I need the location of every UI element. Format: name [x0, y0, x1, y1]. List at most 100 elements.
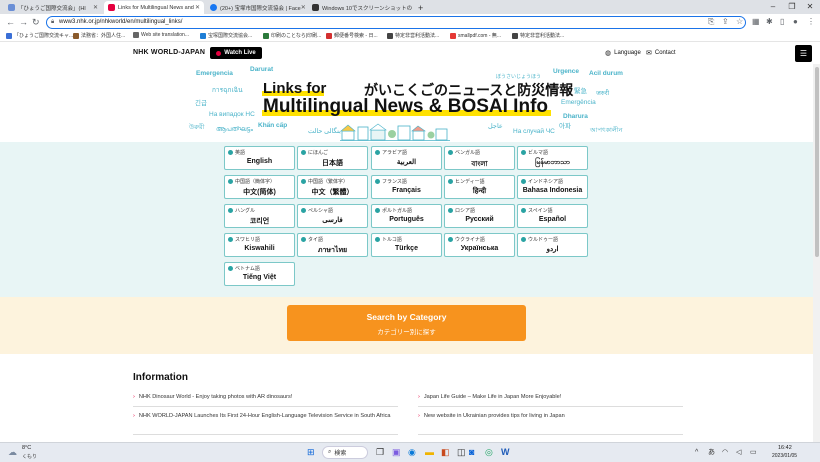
- file-explorer-icon[interactable]: ▬: [425, 447, 434, 458]
- divider: [133, 406, 398, 407]
- language-link[interactable]: ◍ Language: [605, 49, 641, 57]
- share-icon[interactable]: ⇪: [722, 17, 729, 26]
- forward-icon[interactable]: →: [19, 17, 28, 27]
- bookmark-favicon-icon: [73, 32, 79, 39]
- browser-tab-bar: 「ひょうご国際交流会」(HI ✕ Links for Multilingual …: [0, 0, 820, 14]
- language-dot-icon: [375, 208, 380, 213]
- language-dot-icon: [301, 237, 306, 242]
- language-card-persian[interactable]: ペルシャ語 فارسی: [297, 204, 368, 228]
- language-card-burmese[interactable]: ビルマ語 မြန်မာဘာသာ: [517, 146, 588, 170]
- language-card-chinese-traditional[interactable]: 中国語（繁体字） 中文（繁體）: [297, 175, 368, 199]
- language-dot-icon: [521, 237, 526, 242]
- language-card-indonesian[interactable]: インドネシア語 Bahasa Indonesia: [517, 175, 588, 199]
- bookmark-item[interactable]: 印刷のことなら|印刷...: [263, 32, 321, 39]
- bookmark-item[interactable]: 郵便番号検索 - 日...: [326, 32, 378, 39]
- menu-button[interactable]: ☰: [795, 45, 812, 62]
- new-tab-button[interactable]: +: [414, 1, 428, 14]
- bookmark-item[interactable]: 宝塚国際交流協会...: [200, 32, 252, 39]
- word-icon[interactable]: W: [501, 447, 510, 458]
- language-card-thai[interactable]: タイ語 ภาษาไทย: [297, 233, 368, 257]
- category-section: Search by Category カテゴリー別に探す: [0, 297, 820, 354]
- language-dot-icon: [521, 150, 526, 155]
- clock-date[interactable]: 2023/01/05: [772, 453, 797, 459]
- lock-icon: 🔒︎: [51, 19, 55, 25]
- taskbar-search[interactable]: ⌕ 検索: [322, 446, 368, 459]
- tab-facebook[interactable]: (20+) 宝塚市国際交流協会 | Face ✕: [206, 1, 306, 14]
- url-text: www3.nhk.or.jp/nhkworld/en/multilingual_…: [59, 19, 183, 25]
- language-card-vietnamese[interactable]: ベトナム語 Tiếng Việt: [224, 262, 295, 286]
- chat-icon[interactable]: ▣: [392, 447, 401, 458]
- volume-icon[interactable]: ◁: [736, 447, 741, 458]
- search-by-category-button[interactable]: Search by Category カテゴリー別に探す: [287, 305, 526, 341]
- language-card-english[interactable]: 英語 English: [224, 146, 295, 170]
- language-card-bengali[interactable]: ベンガル語 বাংলা: [444, 146, 515, 170]
- office-icon[interactable]: ◧: [441, 447, 450, 458]
- minimize-icon[interactable]: –: [764, 0, 782, 14]
- floating-word: На випадок НС: [209, 111, 255, 118]
- start-icon[interactable]: ⊞: [307, 447, 315, 458]
- tab-windows-screenshot[interactable]: Windows 10でスクリーンショットの ✕: [308, 1, 412, 14]
- store-icon[interactable]: ◫: [457, 447, 466, 458]
- language-card-korean[interactable]: ハングル 코리언: [224, 204, 295, 228]
- contact-link[interactable]: ✉ Contact: [646, 49, 676, 57]
- chevron-up-icon[interactable]: ^: [695, 447, 698, 458]
- news-item[interactable]: › Japan Life Guide – Make Life in Japan M…: [418, 393, 683, 401]
- language-card-russian[interactable]: ロシア語 Русский: [444, 204, 515, 228]
- wifi-icon[interactable]: ◠: [722, 447, 728, 458]
- language-dot-icon: [228, 208, 233, 213]
- star-icon[interactable]: ☆: [736, 17, 743, 26]
- floating-word: Emergencia: [196, 70, 233, 77]
- floating-word: উরুরী: [189, 124, 205, 131]
- language-card-french[interactable]: フランス語 Français: [371, 175, 442, 199]
- bookmark-item[interactable]: Web site translation...: [133, 32, 189, 38]
- task-view-icon[interactable]: ❐: [376, 447, 384, 458]
- news-item[interactable]: › New website in Ukrainian provides tips …: [418, 412, 683, 420]
- tab-nhk-multilingual[interactable]: Links for Multilingual News and ✕: [104, 1, 204, 14]
- sidepanel-icon[interactable]: ▯: [780, 17, 784, 26]
- reload-icon[interactable]: ↻: [32, 17, 40, 27]
- more-icon[interactable]: ⋮: [807, 17, 815, 26]
- profile-icon[interactable]: ●: [793, 17, 798, 26]
- close-icon[interactable]: ✕: [301, 4, 306, 11]
- chevron-right-icon: ›: [133, 413, 135, 419]
- tab-hyogo[interactable]: 「ひょうご国際交流会」(HI ✕: [4, 1, 102, 14]
- bookmark-item[interactable]: 特定非営利活動法...: [512, 32, 564, 39]
- edge-icon[interactable]: ◉: [408, 447, 416, 458]
- language-card-portuguese[interactable]: ポルトガル語 Português: [371, 204, 442, 228]
- maximize-icon[interactable]: ❐: [783, 0, 801, 14]
- outlook-icon[interactable]: ◙: [469, 447, 474, 458]
- news-item[interactable]: › NHK WORLD-JAPAN Launches Its First 24-H…: [133, 412, 398, 420]
- nhk-world-logo[interactable]: NHK WORLD-JAPAN: [133, 49, 205, 56]
- close-window-icon[interactable]: ✕: [801, 0, 819, 14]
- watch-live-button[interactable]: Watch Live: [210, 47, 262, 59]
- battery-icon[interactable]: ▭: [750, 447, 757, 458]
- translate-icon[interactable]: ⎘: [708, 17, 714, 27]
- weather-icon[interactable]: ☁: [8, 447, 17, 458]
- language-card-swahili[interactable]: スワヒリ語 Kiswahili: [224, 233, 295, 257]
- bookmark-item[interactable]: 「ひょうご国際交流キャ...: [6, 32, 73, 39]
- close-icon[interactable]: ✕: [93, 4, 98, 11]
- chrome-icon[interactable]: ◎: [485, 447, 493, 458]
- language-card-hindi[interactable]: ヒンディー語 हिन्दी: [444, 175, 515, 199]
- puzzle-icon[interactable]: ✱: [766, 17, 773, 26]
- ime-indicator[interactable]: あ: [708, 447, 715, 458]
- browser-toolbar: ← → ↻ 🔒︎ www3.nhk.or.jp/nhkworld/en/mult…: [0, 14, 820, 31]
- address-bar[interactable]: 🔒︎ www3.nhk.or.jp/nhkworld/en/multilingu…: [46, 16, 746, 29]
- bookmark-item[interactable]: smallpdf.com - 無...: [450, 32, 501, 39]
- close-icon[interactable]: ✕: [195, 4, 200, 11]
- clock-time[interactable]: 16:42: [778, 445, 792, 451]
- scrollbar-thumb[interactable]: [815, 67, 819, 257]
- language-card-arabic[interactable]: アラビア語 العربية: [371, 146, 442, 170]
- language-card-turkish[interactable]: トルコ語 Türkçe: [371, 233, 442, 257]
- news-item[interactable]: › NHK Dinosaur World - Enjoy taking photo…: [133, 393, 398, 401]
- language-card-urdu[interactable]: ウルドゥー語 اردو: [517, 233, 588, 257]
- floating-word: Darurat: [250, 66, 274, 73]
- language-card-chinese-simplified[interactable]: 中国語（簡体字） 中文(简体): [224, 175, 295, 199]
- bookmark-item[interactable]: 特定非営利活動法...: [387, 32, 439, 39]
- language-card-ukrainian[interactable]: ウクライナ語 Українська: [444, 233, 515, 257]
- back-icon[interactable]: ←: [6, 17, 15, 27]
- language-card-spanish[interactable]: スペイン語 Español: [517, 204, 588, 228]
- language-card-japanese[interactable]: にほんご 日本語: [297, 146, 368, 170]
- bookmark-item[interactable]: 法務省：外国人住...: [73, 32, 125, 39]
- extension-icon[interactable]: ▦: [752, 17, 760, 26]
